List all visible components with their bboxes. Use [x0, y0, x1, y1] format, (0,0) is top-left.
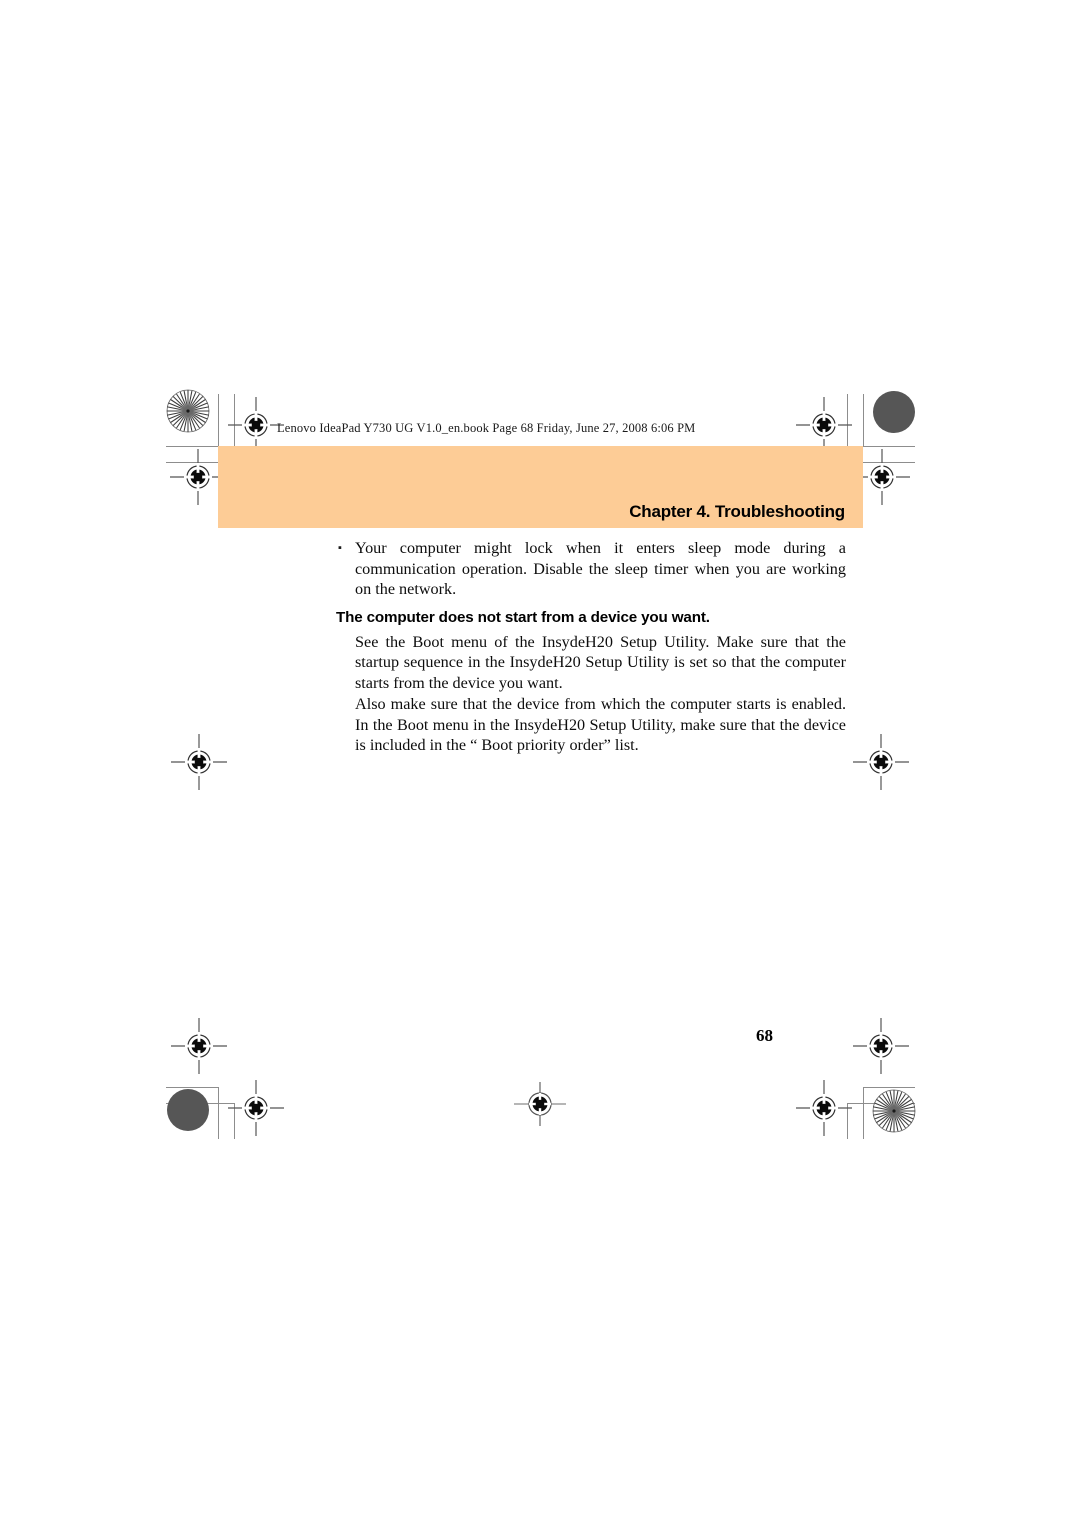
registration-target-icon [171, 734, 227, 790]
section-subheading: The computer does not start from a devic… [336, 608, 710, 626]
body-paragraph: Also make sure that the device from whic… [355, 695, 846, 754]
crop-guide-line [863, 1087, 864, 1139]
page-content: ▪ Your computer might lock when it enter… [336, 538, 846, 757]
list-item: ▪ Your computer might lock when it enter… [336, 538, 846, 600]
density-patch-icon [167, 1089, 209, 1131]
registration-target-icon [853, 1018, 909, 1074]
crop-guide-line [166, 446, 218, 447]
body-paragraph: See the Boot menu of the InsydeH20 Setup… [355, 632, 846, 692]
chapter-banner: Chapter 4. Troubleshooting [218, 446, 863, 528]
registration-target-icon [228, 1080, 284, 1136]
rosette-starburst-icon [872, 1089, 916, 1133]
crop-guide-line [863, 1087, 915, 1088]
chapter-title: Chapter 4. Troubleshooting [629, 502, 845, 521]
crop-guide-line [166, 1087, 218, 1088]
registration-target-icon [853, 734, 909, 790]
registration-target-icon [228, 397, 284, 453]
square-bullet-icon: ▪ [338, 542, 342, 554]
crop-guide-line [218, 394, 219, 446]
registration-target-icon [512, 1076, 568, 1132]
registration-target-icon [796, 1080, 852, 1136]
crop-guide-line [863, 446, 915, 447]
rosette-starburst-icon [166, 389, 210, 433]
crop-guide-line [863, 394, 864, 446]
printed-page: Lenovo IdeaPad Y730 UG V1.0_en.book Page… [0, 0, 1080, 1527]
page-number: 68 [756, 1026, 773, 1045]
registration-target-icon [796, 397, 852, 453]
crop-guide-line [218, 1087, 219, 1139]
list-item-text: Your computer might lock when it enters … [355, 539, 846, 598]
registration-target-icon [171, 1018, 227, 1074]
running-header: Lenovo IdeaPad Y730 UG V1.0_en.book Page… [277, 421, 696, 435]
density-patch-icon [873, 391, 915, 433]
